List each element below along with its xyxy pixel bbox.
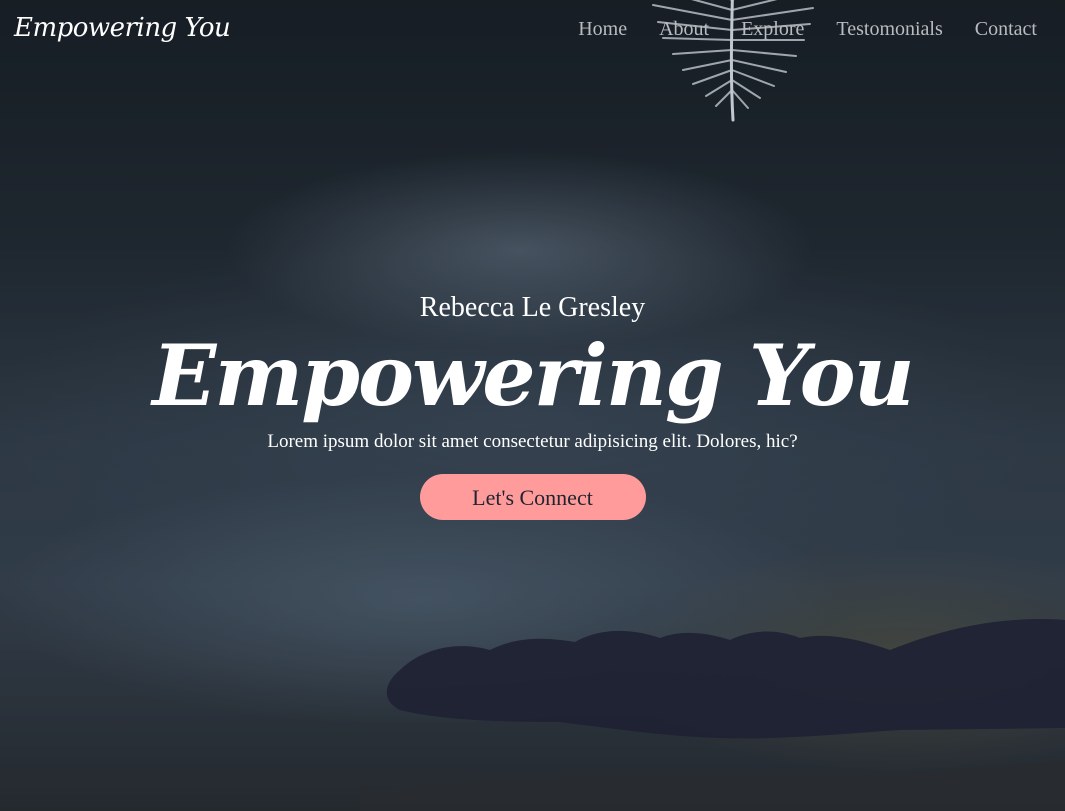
author-name: Rebecca Le Gresley — [419, 292, 646, 323]
brand-logo[interactable]: Empowering You — [14, 13, 231, 43]
hero-subtitle: Lorem ipsum dolor sit amet consectetur a… — [267, 431, 798, 452]
nav-link-testimonials[interactable]: Testomonials — [836, 18, 942, 41]
open-hand-image — [360, 619, 1065, 811]
nav-link-about[interactable]: About — [659, 18, 709, 41]
nav-link-explore[interactable]: Explore — [741, 18, 804, 41]
nav-links: Home About Explore Testomonials Contact — [578, 18, 1037, 41]
nav-link-home[interactable]: Home — [578, 18, 627, 41]
lets-connect-button[interactable]: Let's Connect — [419, 474, 646, 520]
navbar: Empowering You Home About Explore Testom… — [0, 0, 1065, 64]
nav-link-contact[interactable]: Contact — [975, 18, 1037, 41]
hero-title: Empowering You — [152, 326, 914, 425]
hero-content: Rebecca Le Gresley Empowering You Lorem … — [0, 290, 1065, 520]
hero-section: Empowering You Home About Explore Testom… — [0, 0, 1065, 811]
